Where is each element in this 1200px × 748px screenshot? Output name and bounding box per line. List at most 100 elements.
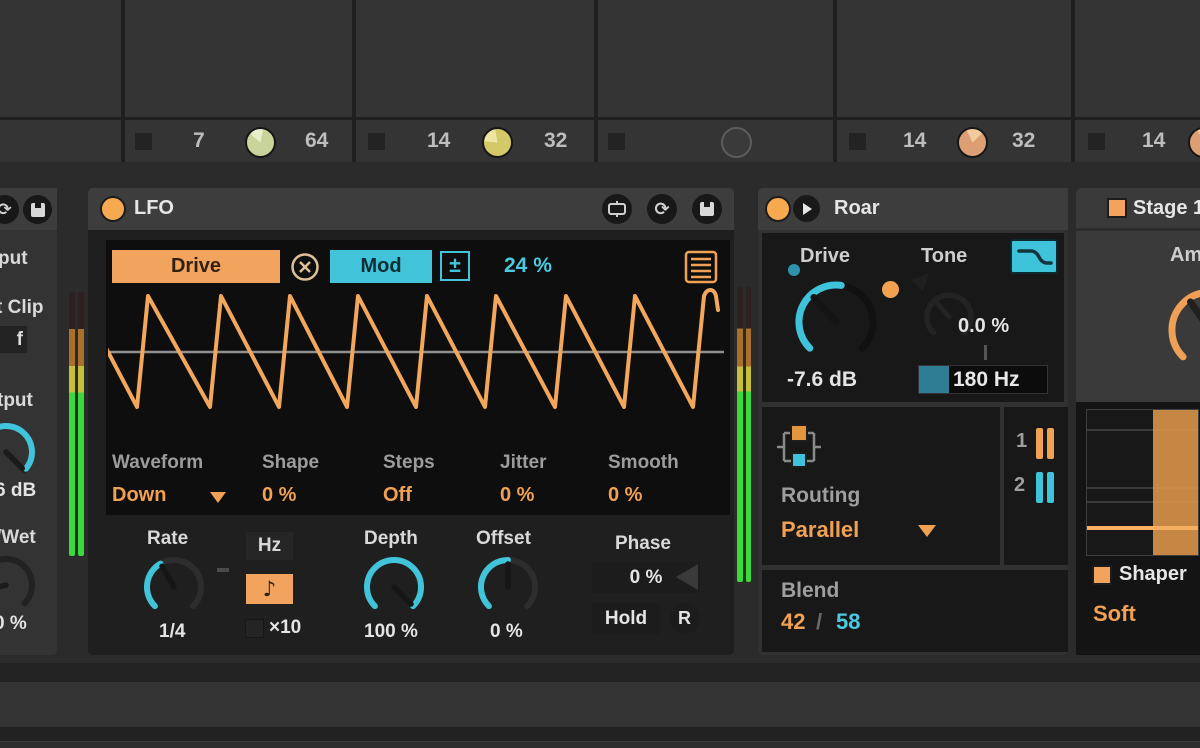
- filter-type-button[interactable]: [1010, 239, 1058, 274]
- mod-amount-value[interactable]: 24 %: [504, 254, 552, 278]
- sawtooth-wave: [108, 290, 718, 407]
- depth-label: Depth: [364, 528, 418, 550]
- clip-progress-pie[interactable]: [482, 127, 513, 158]
- clip-stop-button[interactable]: [608, 133, 625, 150]
- shape-value[interactable]: 0 %: [262, 484, 296, 507]
- clip-progress-pie[interactable]: [957, 127, 988, 158]
- floppy-icon: [30, 202, 46, 218]
- level-meter: [746, 287, 752, 582]
- remove-target-icon[interactable]: [289, 251, 321, 283]
- stage1-number[interactable]: 1: [1016, 430, 1027, 453]
- roar-drive-knob[interactable]: [790, 276, 882, 368]
- output-knob[interactable]: [0, 420, 38, 484]
- dry-wet-knob[interactable]: [0, 553, 38, 617]
- waveform-select[interactable]: Down: [112, 484, 166, 507]
- tone-freq-fill: [919, 366, 949, 394]
- multimap-list-icon[interactable]: [684, 250, 718, 284]
- offset-knob[interactable]: [474, 553, 542, 621]
- amount-knob[interactable]: [1164, 284, 1200, 376]
- track-divider: [1071, 0, 1075, 162]
- clip-stop-button[interactable]: [368, 133, 385, 150]
- jitter-value[interactable]: 0 %: [500, 484, 534, 507]
- phase-slider[interactable]: 0 %: [592, 562, 700, 593]
- routing-select[interactable]: Parallel: [781, 517, 859, 543]
- stage-tab-divider: [1076, 228, 1200, 231]
- stage-tab-label[interactable]: Stage 1: [1133, 197, 1200, 220]
- depth-knob[interactable]: [360, 553, 428, 621]
- x10-checkbox[interactable]: [245, 619, 264, 638]
- sync-icon[interactable]: ⟳: [647, 194, 677, 224]
- bipolar-toggle[interactable]: ±: [440, 251, 470, 281]
- session-row-divider: [0, 117, 1200, 120]
- retrigger-button[interactable]: R: [669, 603, 700, 634]
- tone-freq-value: 180 Hz: [953, 368, 1020, 392]
- rate-sync-note-button[interactable]: ♪: [246, 574, 293, 604]
- lfo-titlebar[interactable]: [88, 188, 734, 230]
- steps-value[interactable]: Off: [383, 484, 412, 507]
- shaper-level-line: [1087, 526, 1199, 530]
- shape-label: Shape: [262, 452, 319, 474]
- clip-stop-button[interactable]: [849, 133, 866, 150]
- roar-drive-label: Drive: [800, 245, 850, 268]
- track-divider: [121, 0, 125, 162]
- clip-stop-button[interactable]: [1088, 133, 1105, 150]
- clip-progress-pie-empty[interactable]: [721, 127, 752, 158]
- save-preset-icon[interactable]: [692, 194, 722, 224]
- stage1-bars-icon[interactable]: [1047, 428, 1054, 459]
- roar-drive-value[interactable]: -7.6 dB: [787, 368, 857, 392]
- phase-value: 0 %: [630, 567, 663, 588]
- depth-value[interactable]: 100 %: [364, 621, 418, 643]
- stage-panel: Stage 1 Amount Shaper Soft: [1076, 188, 1200, 655]
- drive-lfo-mod-dot: [882, 281, 899, 298]
- blend-value-a[interactable]: 42: [781, 609, 805, 635]
- map-icon[interactable]: [602, 194, 632, 224]
- rate-value[interactable]: 1/4: [159, 621, 185, 643]
- clip-count: 32: [544, 129, 567, 153]
- bottom-band-light: [0, 682, 1200, 727]
- stage2-number[interactable]: 2: [1014, 474, 1025, 497]
- dry-wet-value[interactable]: 0 %: [0, 613, 27, 635]
- rate-knob[interactable]: [140, 553, 208, 621]
- shaper-swatch[interactable]: [1092, 565, 1112, 585]
- stage1-bars-icon[interactable]: [1036, 428, 1043, 459]
- rate-link-dash: [217, 568, 229, 572]
- shaper-fill: [1153, 410, 1199, 556]
- stage-tab-swatch[interactable]: [1107, 198, 1127, 218]
- roar-play-icon[interactable]: [793, 195, 820, 222]
- roar-tone-label: Tone: [921, 245, 967, 268]
- shaper-display[interactable]: [1086, 409, 1199, 556]
- save-preset-icon[interactable]: [23, 195, 52, 224]
- lfo-waveform-display[interactable]: [108, 288, 728, 448]
- roar-device-title: Roar: [834, 197, 880, 220]
- blend-label: Blend: [781, 579, 839, 603]
- clip-stop-button[interactable]: [135, 133, 152, 150]
- clip-count: 14: [1142, 129, 1165, 153]
- phase-hold-button[interactable]: Hold: [592, 603, 660, 634]
- tone-connector: [984, 345, 987, 360]
- input-label: put: [0, 248, 28, 270]
- shape-type-value[interactable]: Soft: [1093, 601, 1136, 627]
- clip-count: 14: [903, 129, 926, 153]
- map-glyph-icon: [606, 198, 628, 220]
- routing-dropdown-icon[interactable]: [918, 525, 936, 537]
- roar-power-toggle[interactable]: [765, 196, 791, 222]
- blend-value-b[interactable]: 58: [836, 609, 860, 635]
- clip-progress-pie[interactable]: [245, 127, 276, 158]
- lfo-power-toggle[interactable]: [100, 196, 126, 222]
- offset-value[interactable]: 0 %: [490, 621, 523, 643]
- smooth-value[interactable]: 0 %: [608, 484, 642, 507]
- routing-label: Routing: [781, 484, 860, 508]
- tone-freq-slider[interactable]: 180 Hz: [918, 365, 1048, 394]
- waveform-dropdown-icon[interactable]: [210, 492, 226, 503]
- track-divider: [833, 0, 837, 162]
- rate-hz-button[interactable]: Hz: [246, 532, 293, 560]
- waveform-label: Waveform: [112, 452, 203, 474]
- smooth-label: Smooth: [608, 452, 679, 474]
- soft-clip-off-button[interactable]: f: [0, 326, 27, 353]
- lfo-target-button[interactable]: Drive: [112, 250, 280, 283]
- stage2-bars-icon[interactable]: [1047, 472, 1054, 503]
- roar-tone-value[interactable]: 0.0 %: [958, 315, 1009, 338]
- stage2-bars-icon[interactable]: [1036, 472, 1043, 503]
- lfo-mod-button[interactable]: Mod: [330, 250, 432, 283]
- output-value[interactable]: 6 dB: [0, 480, 36, 502]
